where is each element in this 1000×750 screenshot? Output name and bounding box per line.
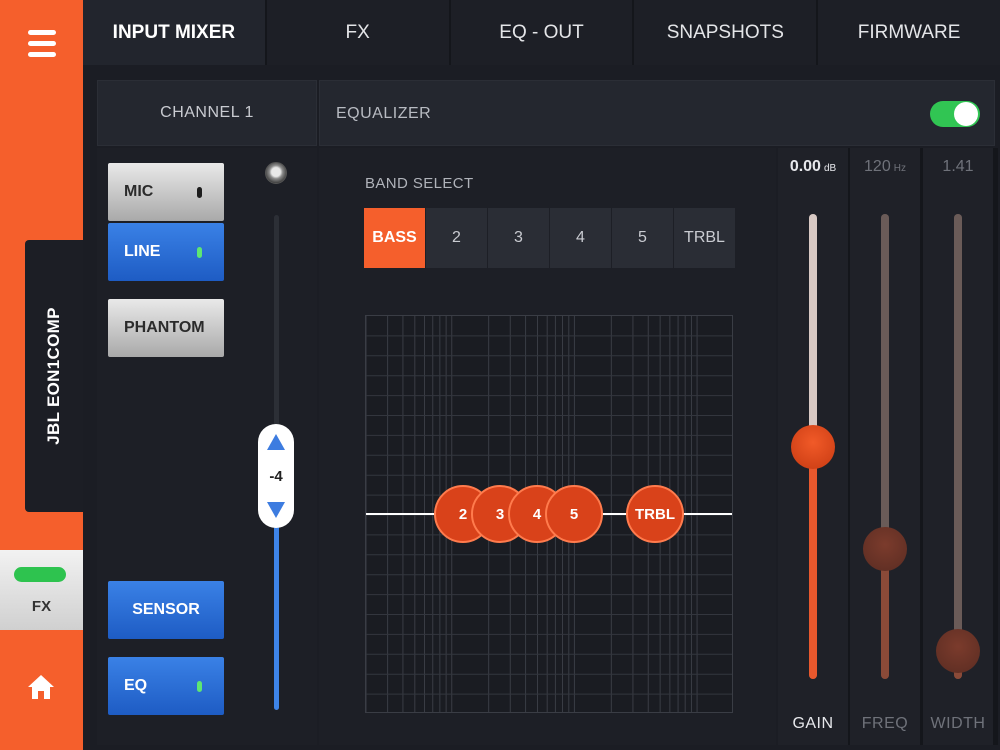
gain-label: GAIN bbox=[792, 715, 834, 732]
eq-graph[interactable]: 2 3 4 5 TRBL bbox=[365, 315, 733, 713]
equalizer-header: EQUALIZER bbox=[319, 80, 995, 146]
phantom-button[interactable]: PHANTOM bbox=[108, 299, 224, 357]
gain-slider-knob[interactable] bbox=[791, 424, 835, 469]
band-select-label: BAND SELECT bbox=[365, 175, 474, 192]
freq-track-upper bbox=[881, 214, 889, 549]
freq-value: 120 bbox=[864, 158, 891, 175]
band-trbl[interactable]: TRBL bbox=[674, 208, 735, 268]
band-2[interactable]: 2 bbox=[426, 208, 487, 268]
gain-readout: 0.00 dB bbox=[778, 158, 848, 176]
tab-fx[interactable]: FX bbox=[266, 0, 449, 65]
width-readout: 1.41 bbox=[923, 158, 993, 176]
eq-node-5[interactable]: 5 bbox=[545, 485, 603, 543]
eq-node-trbl[interactable]: TRBL bbox=[626, 485, 684, 543]
band-3[interactable]: 3 bbox=[488, 208, 549, 268]
band-5[interactable]: 5 bbox=[612, 208, 673, 268]
device-tab[interactable]: JBL EON1COMP bbox=[25, 240, 83, 512]
freq-track[interactable] bbox=[881, 214, 889, 679]
fx-sidebar-label: FX bbox=[31, 598, 52, 615]
line-indicator bbox=[197, 247, 202, 258]
eq-indicator bbox=[197, 681, 202, 692]
mic-indicator bbox=[197, 187, 202, 198]
band-selector: BASS 2 3 4 5 TRBL bbox=[364, 208, 736, 268]
channel-title: CHANNEL 1 bbox=[97, 80, 317, 146]
tab-snapshots[interactable]: SNAPSHOTS bbox=[634, 0, 817, 65]
gain-unit: dB bbox=[823, 163, 837, 174]
freq-label: FREQ bbox=[861, 715, 909, 732]
tab-input-mixer[interactable]: INPUT MIXER bbox=[83, 0, 265, 65]
mic-label: MIC bbox=[124, 183, 154, 200]
input-gain-stepper[interactable]: -4 bbox=[258, 424, 294, 528]
mic-button[interactable]: MIC bbox=[108, 163, 224, 221]
eq-label: EQ bbox=[124, 677, 148, 694]
toggle-knob bbox=[954, 102, 978, 126]
band-4[interactable]: 4 bbox=[550, 208, 611, 268]
fx-status-led bbox=[14, 567, 66, 582]
signal-led bbox=[265, 162, 287, 184]
top-tabs: INPUT MIXER FX EQ - OUT SNAPSHOTS FIRMWA… bbox=[83, 0, 1000, 65]
decrement-icon[interactable] bbox=[267, 502, 285, 518]
home-icon[interactable] bbox=[26, 672, 56, 702]
eq-button[interactable]: EQ bbox=[108, 657, 224, 715]
sensor-label: SENSOR bbox=[132, 601, 200, 618]
sensor-button[interactable]: SENSOR bbox=[108, 581, 224, 639]
device-name: JBL EON1COMP bbox=[44, 307, 63, 445]
freq-readout: 120 Hz bbox=[850, 158, 920, 176]
gain-track-lower bbox=[809, 446, 817, 679]
fx-sidebar-button[interactable]: FX bbox=[0, 550, 83, 630]
width-slider-knob[interactable] bbox=[936, 629, 980, 674]
line-label: LINE bbox=[124, 243, 161, 260]
freq-slider-knob[interactable] bbox=[863, 526, 907, 571]
input-gain-value: -4 bbox=[269, 468, 283, 485]
menu-icon[interactable] bbox=[28, 30, 56, 60]
equalizer-toggle[interactable] bbox=[930, 101, 980, 127]
gain-value: 0.00 bbox=[789, 158, 821, 175]
gain-column: 0.00 dB GAIN bbox=[778, 148, 848, 745]
width-column: 1.41 WIDTH bbox=[923, 148, 993, 745]
band-bass[interactable]: BASS bbox=[364, 208, 425, 268]
phantom-label: PHANTOM bbox=[124, 319, 205, 336]
tab-firmware[interactable]: FIRMWARE bbox=[818, 0, 1000, 65]
equalizer-title: EQUALIZER bbox=[336, 105, 432, 122]
width-label: WIDTH bbox=[930, 715, 986, 732]
freq-unit: Hz bbox=[893, 163, 906, 174]
left-rail: JBL EON1COMP FX bbox=[0, 0, 83, 750]
gain-track-upper bbox=[809, 214, 817, 447]
line-button[interactable]: LINE bbox=[108, 223, 224, 281]
freq-column: 120 Hz FREQ bbox=[850, 148, 920, 745]
width-track[interactable] bbox=[954, 214, 962, 679]
increment-icon[interactable] bbox=[267, 434, 285, 450]
tab-eq-out[interactable]: EQ - OUT bbox=[450, 0, 633, 65]
width-value: 1.41 bbox=[942, 158, 974, 175]
width-track-upper bbox=[954, 214, 962, 652]
